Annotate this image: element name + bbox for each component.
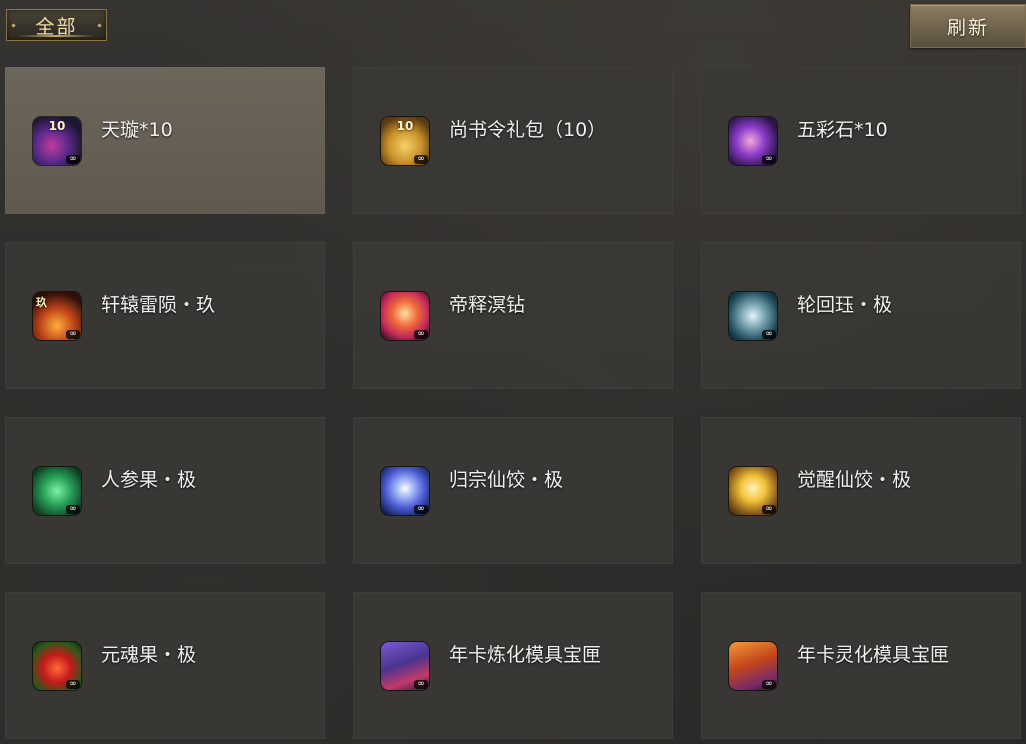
infinity-icon: ∞: [66, 155, 80, 164]
diamond-icon: ∞: [381, 292, 429, 340]
item-card[interactable]: ∞ 年卡炼化模具宝匣: [353, 592, 673, 739]
refresh-button[interactable]: 刷新: [910, 4, 1026, 48]
orange-chest-icon: ∞: [729, 642, 777, 690]
item-card[interactable]: ∞ 人参果・极: [5, 417, 325, 564]
item-card[interactable]: ∞ 觉醒仙饺・极: [701, 417, 1021, 564]
infinity-icon: ∞: [414, 155, 428, 164]
item-card[interactable]: ∞ 年卡灵化模具宝匣: [701, 592, 1021, 739]
item-name: 帝释溟钻: [449, 294, 526, 316]
item-name: 轮回珏・极: [797, 294, 893, 316]
item-name: 元魂果・极: [101, 644, 197, 666]
tianxuan-gem-icon: 10 ∞: [33, 117, 81, 165]
soul-fruit-icon: ∞: [33, 642, 81, 690]
infinity-icon: ∞: [414, 330, 428, 339]
gold-dumpling-icon: ∞: [729, 467, 777, 515]
purple-chest-icon: ∞: [381, 642, 429, 690]
item-name: 归宗仙饺・极: [449, 469, 564, 491]
item-grid: 10 ∞ 天璇*10 10 ∞ 尚书令礼包（10） ∞ 五彩石*10 玖 ∞ 轩…: [5, 67, 1021, 739]
item-name: 年卡灵化模具宝匣: [797, 644, 950, 666]
refresh-button-label: 刷新: [946, 16, 989, 39]
item-card[interactable]: 10 ∞ 天璇*10: [5, 67, 325, 214]
infinity-icon: ∞: [414, 505, 428, 514]
item-card[interactable]: ∞ 五彩石*10: [701, 67, 1021, 214]
item-name: 人参果・极: [101, 469, 197, 491]
item-card[interactable]: 玖 ∞ 轩辕雷陨・玖: [5, 242, 325, 389]
item-card[interactable]: ∞ 帝释溟钻: [353, 242, 673, 389]
infinity-icon: ∞: [66, 330, 80, 339]
item-name: 觉醒仙饺・极: [797, 469, 912, 491]
jade-ring-icon: ∞: [729, 292, 777, 340]
item-name: 五彩石*10: [797, 119, 888, 141]
item-card[interactable]: ∞ 归宗仙饺・极: [353, 417, 673, 564]
infinity-icon: ∞: [762, 330, 776, 339]
item-card[interactable]: ∞ 轮回珏・极: [701, 242, 1021, 389]
infinity-icon: ∞: [66, 680, 80, 689]
xuanyuan-thunder-icon: 玖 ∞: [33, 292, 81, 340]
blue-dumpling-icon: ∞: [381, 467, 429, 515]
item-name: 天璇*10: [101, 119, 173, 141]
tab-underline: [17, 35, 96, 37]
item-name: 尚书令礼包（10）: [449, 119, 607, 141]
infinity-icon: ∞: [762, 680, 776, 689]
tab-ornament-left: [11, 23, 16, 28]
item-card[interactable]: 10 ∞ 尚书令礼包（10）: [353, 67, 673, 214]
infinity-icon: ∞: [66, 505, 80, 514]
ginseng-fruit-icon: ∞: [33, 467, 81, 515]
tab-ornament-right: [97, 23, 102, 28]
item-name: 轩辕雷陨・玖: [101, 294, 216, 316]
filter-tab-all[interactable]: 全部: [6, 9, 107, 41]
infinity-icon: ∞: [762, 505, 776, 514]
item-card[interactable]: ∞ 元魂果・极: [5, 592, 325, 739]
item-name: 年卡炼化模具宝匣: [449, 644, 602, 666]
colorful-stone-icon: ∞: [729, 117, 777, 165]
infinity-icon: ∞: [762, 155, 776, 164]
gift-bag-icon: 10 ∞: [381, 117, 429, 165]
infinity-icon: ∞: [414, 680, 428, 689]
